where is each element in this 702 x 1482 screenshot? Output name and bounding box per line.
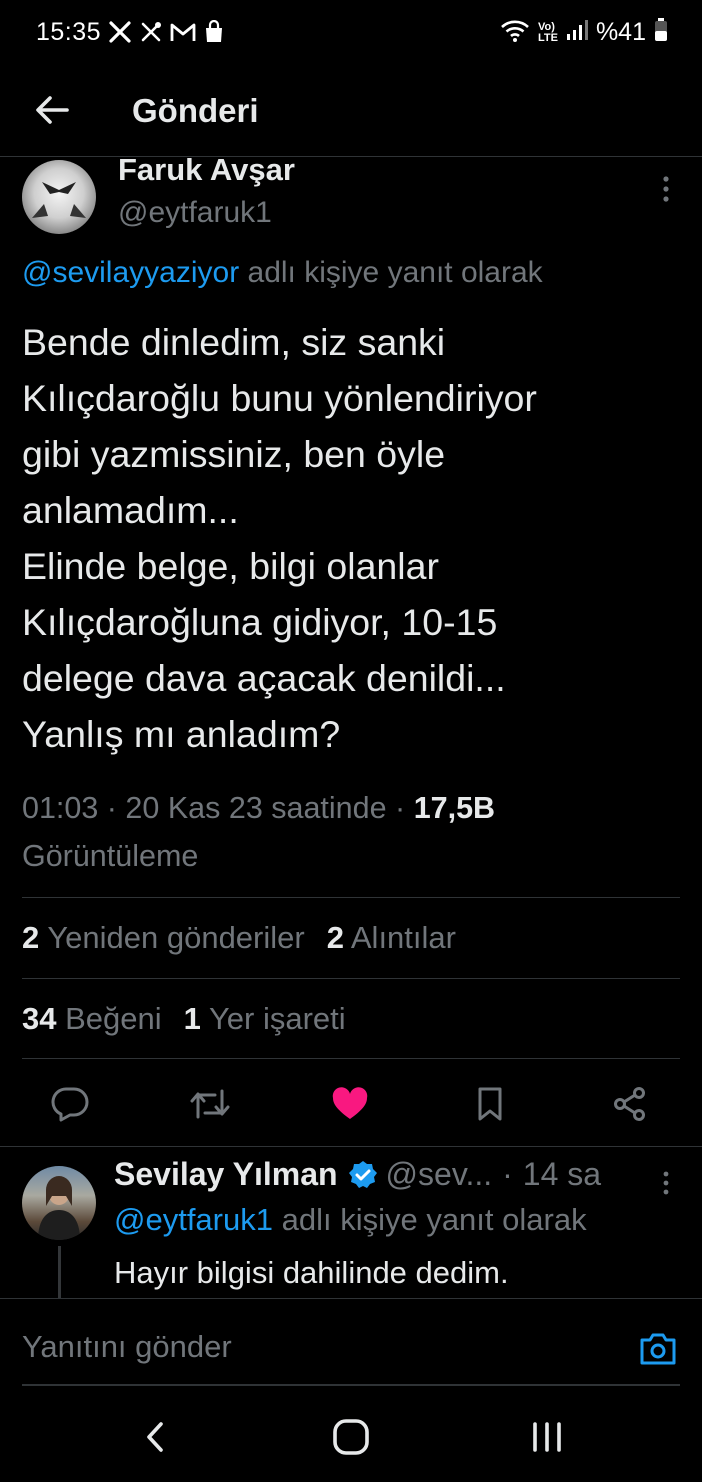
repost-icon bbox=[190, 1089, 230, 1119]
composer-divider bbox=[22, 1384, 680, 1386]
reply-author-name[interactable]: Sevilay Yılman bbox=[114, 1156, 338, 1193]
wifi-icon bbox=[500, 18, 530, 47]
more-options-button[interactable] bbox=[656, 174, 676, 204]
separator-dot: · bbox=[502, 1156, 513, 1192]
reply-context-text: adlı kişiye yanıt olarak bbox=[272, 1202, 587, 1237]
reposts-stat[interactable]: 2 Yeniden gönderiler bbox=[22, 920, 305, 956]
volte-icon: Vo) LTE bbox=[537, 20, 558, 44]
reply-more-options-button[interactable] bbox=[656, 1170, 676, 1196]
reply-mention-link[interactable]: @eytfaruk1 bbox=[114, 1202, 273, 1237]
reply-input[interactable]: Yanıtını gönder bbox=[22, 1329, 232, 1365]
reply-button[interactable] bbox=[48, 1082, 92, 1126]
like-icon bbox=[332, 1087, 368, 1119]
share-button[interactable] bbox=[608, 1082, 652, 1126]
notification-icons bbox=[108, 19, 225, 49]
reply-text: Hayır bilgisi dahilinde dedim. bbox=[114, 1255, 509, 1290]
arrow-left-icon bbox=[36, 96, 69, 124]
more-vertical-icon bbox=[663, 176, 669, 202]
tweet-timestamp[interactable]: 01:03 · 20 Kas 23 saatinde · bbox=[22, 791, 414, 825]
section-divider bbox=[0, 1146, 702, 1147]
reply-timestamp[interactable]: 14 sa bbox=[523, 1156, 601, 1193]
home-nav-icon bbox=[333, 1419, 369, 1455]
divider bbox=[22, 1058, 680, 1059]
bookmarks-stat[interactable]: 1 Yer işareti bbox=[184, 1001, 346, 1037]
signal-icon bbox=[566, 19, 588, 46]
camera-button[interactable] bbox=[638, 1331, 678, 1367]
recents-nav-icon bbox=[533, 1422, 561, 1452]
reply-context-text: adlı kişiye yanıt olarak bbox=[239, 256, 543, 289]
likes-stat[interactable]: 34 Beğeni bbox=[22, 1001, 162, 1037]
header-divider bbox=[0, 156, 702, 157]
system-icons: Vo) LTE %41 bbox=[500, 18, 668, 47]
bookmark-icon bbox=[478, 1087, 502, 1121]
page-header: Gönderi bbox=[0, 70, 702, 154]
shopping-bag-icon bbox=[203, 19, 225, 49]
repost-quote-stats: 2 Yeniden gönderiler 2 Alıntılar bbox=[22, 920, 456, 956]
verified-badge-icon bbox=[348, 1160, 378, 1190]
nav-recents-button[interactable] bbox=[522, 1412, 572, 1462]
reply-mention-link[interactable]: @sevilayyaziyor bbox=[22, 256, 239, 289]
reply-author-avatar[interactable] bbox=[22, 1166, 96, 1240]
system-nav-bar bbox=[0, 1390, 702, 1482]
views-count: 17,5B bbox=[413, 791, 496, 825]
quotes-stat[interactable]: 2 Alıntılar bbox=[327, 920, 456, 956]
nav-back-button[interactable] bbox=[130, 1412, 180, 1462]
like-bookmark-stats: 34 Beğeni 1 Yer işareti bbox=[22, 1001, 346, 1037]
status-bar: 15:35 Vo) LTE %41 bbox=[0, 0, 702, 66]
thread-line bbox=[58, 1246, 61, 1300]
nav-home-button[interactable] bbox=[326, 1412, 376, 1462]
reply-context: @eytfaruk1 adlı kişiye yanıt olarak bbox=[114, 1202, 587, 1238]
author-avatar[interactable] bbox=[22, 160, 96, 234]
author-handle[interactable]: @eytfaruk1 bbox=[118, 196, 272, 230]
page-title: Gönderi bbox=[132, 92, 259, 129]
reply-icon bbox=[51, 1087, 89, 1122]
tweet-text: Bende dinledim, siz sanki Kılıçdaroğlu b… bbox=[22, 321, 537, 755]
views-label: Görüntüleme bbox=[22, 839, 199, 873]
divider bbox=[22, 978, 680, 979]
author-name[interactable]: Faruk Avşar bbox=[118, 152, 295, 188]
reply-header: Sevilay Yılman @sev... · 14 sa bbox=[114, 1156, 601, 1193]
camera-icon bbox=[640, 1333, 676, 1365]
back-button[interactable] bbox=[30, 88, 74, 132]
tool-icon bbox=[139, 20, 163, 49]
back-nav-icon bbox=[147, 1422, 163, 1452]
tweet-meta: 01:03 · 20 Kas 23 saatinde · 17,5B Görünt… bbox=[22, 784, 672, 880]
share-icon bbox=[614, 1087, 645, 1121]
reply-context: @sevilayyaziyor adlı kişiye yanıt olarak bbox=[22, 256, 543, 290]
divider bbox=[22, 897, 680, 898]
avatar-image bbox=[38, 1176, 80, 1240]
tweet-actions bbox=[0, 1072, 702, 1136]
avatar-image bbox=[32, 182, 86, 218]
reply-composer: Yanıtını gönder bbox=[0, 1298, 702, 1388]
like-button[interactable] bbox=[328, 1082, 372, 1126]
x-app-icon bbox=[108, 20, 132, 49]
gmail-icon bbox=[170, 21, 196, 48]
reply-author-handle[interactable]: @sev... bbox=[386, 1156, 493, 1193]
battery-percentage: %41 bbox=[595, 18, 646, 46]
repost-button[interactable] bbox=[188, 1082, 232, 1126]
bookmark-button[interactable] bbox=[468, 1082, 512, 1126]
battery-icon bbox=[654, 18, 668, 47]
status-time: 15:35 bbox=[36, 18, 102, 46]
more-vertical-icon bbox=[663, 1171, 669, 1195]
